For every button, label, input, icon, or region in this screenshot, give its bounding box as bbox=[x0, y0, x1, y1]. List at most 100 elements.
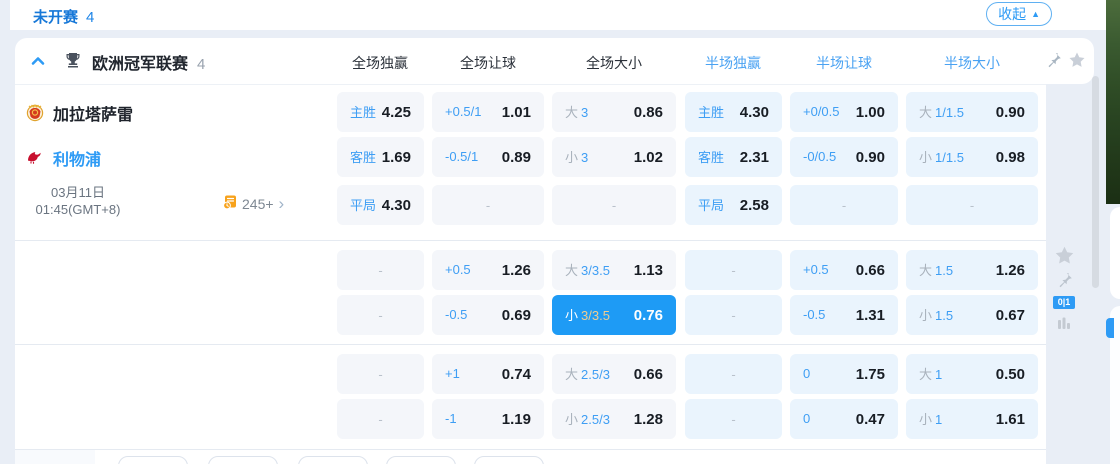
odds-cell-empty[interactable]: - bbox=[337, 295, 424, 335]
away-team-name[interactable]: 利物浦 bbox=[53, 146, 101, 170]
odds-cell[interactable]: 小 1 1.61 bbox=[906, 399, 1038, 439]
odds-cell-empty[interactable]: - bbox=[790, 185, 898, 225]
odds-line: 1 bbox=[935, 367, 943, 382]
odds-cell[interactable]: 0 0.47 bbox=[790, 399, 898, 439]
odds-cell[interactable]: -0.5 0.69 bbox=[432, 295, 544, 335]
odds-cell-empty[interactable]: - bbox=[337, 399, 424, 439]
odds-cell[interactable]: -0.5 1.31 bbox=[790, 295, 898, 335]
odds-cell[interactable]: 客胜 2.31 bbox=[685, 137, 782, 177]
odds-cell-empty[interactable]: - bbox=[685, 295, 782, 335]
favorite-star-icon[interactable] bbox=[1054, 245, 1075, 271]
market-tab-pill[interactable] bbox=[208, 456, 278, 464]
odds-value: 2.58 bbox=[739, 196, 769, 214]
odds-cell[interactable]: 大 3 0.86 bbox=[552, 92, 676, 132]
odds-value: 1.26 bbox=[995, 261, 1025, 279]
odds-dash: - bbox=[731, 366, 736, 382]
odds-value: 0.66 bbox=[633, 365, 663, 383]
odds-cell-empty[interactable]: - bbox=[906, 185, 1038, 225]
odds-cell[interactable]: -0/0.5 0.90 bbox=[790, 137, 898, 177]
odds-line: 2.5/3 bbox=[581, 412, 610, 427]
odds-value: 1.00 bbox=[855, 103, 885, 121]
markets-count: 245+ bbox=[242, 195, 274, 212]
odds-ou-prefix: 小 bbox=[919, 308, 933, 323]
pin-icon[interactable] bbox=[1045, 52, 1062, 74]
odds-ou-prefix: 大 bbox=[565, 263, 579, 278]
odds-market-label: -1 bbox=[445, 411, 457, 426]
trophy-icon bbox=[64, 51, 82, 74]
odds-cell[interactable]: 小 3 1.02 bbox=[552, 137, 676, 177]
odds-cell[interactable]: 客胜 1.69 bbox=[337, 137, 424, 177]
odds-cell[interactable]: 大 2.5/3 0.66 bbox=[552, 354, 676, 394]
chevron-up-icon[interactable] bbox=[30, 53, 46, 74]
column-header: 全场独赢 bbox=[352, 55, 408, 71]
odds-market-label: 客胜 bbox=[350, 150, 377, 165]
odds-label: -0/0.5 bbox=[803, 148, 836, 166]
odds-cell[interactable]: 小 2.5/3 1.28 bbox=[552, 399, 676, 439]
odds-cell[interactable]: 大 1/1.5 0.90 bbox=[906, 92, 1038, 132]
odds-dash: - bbox=[485, 197, 491, 213]
odds-cell-empty[interactable]: - bbox=[552, 185, 676, 225]
odds-cell[interactable]: +0/0.5 1.00 bbox=[790, 92, 898, 132]
odds-label: 主胜 bbox=[350, 102, 376, 122]
odds-label: 客胜 bbox=[698, 147, 724, 167]
odds-value: 1.02 bbox=[633, 148, 663, 166]
odds-cell[interactable]: 小 3/3.5 0.76 bbox=[552, 295, 676, 335]
odds-line: 1.5 bbox=[935, 308, 954, 323]
odds-line: 2.5/3 bbox=[581, 367, 610, 382]
stats-chart-icon[interactable] bbox=[1056, 315, 1072, 336]
odds-cell[interactable]: 小 1.5 0.67 bbox=[906, 295, 1038, 335]
pin-icon[interactable] bbox=[1056, 272, 1073, 294]
odds-value: 1.26 bbox=[501, 261, 531, 279]
status-count: 4 bbox=[86, 9, 95, 26]
odds-cell[interactable]: +0.5/1 1.01 bbox=[432, 92, 544, 132]
odds-cell[interactable]: +1 0.74 bbox=[432, 354, 544, 394]
odds-market-label: -0.5/1 bbox=[445, 149, 479, 164]
odds-cell[interactable]: 主胜 4.30 bbox=[685, 92, 782, 132]
side-widget-tab[interactable] bbox=[1106, 318, 1114, 338]
odds-cell[interactable]: 0 1.75 bbox=[790, 354, 898, 394]
more-markets-link[interactable]: 245+ › bbox=[222, 194, 284, 213]
collapse-button[interactable]: 收起 ▲ bbox=[986, 2, 1052, 26]
column-header: 半场独赢 bbox=[705, 55, 761, 71]
odds-value: 0.98 bbox=[995, 148, 1025, 166]
odds-market-label: -0.5 bbox=[445, 307, 468, 322]
odds-cell[interactable]: -1 1.19 bbox=[432, 399, 544, 439]
odds-label: 平局 bbox=[350, 195, 376, 215]
market-tab-pill[interactable] bbox=[386, 456, 456, 464]
odds-cell-empty[interactable]: - bbox=[685, 399, 782, 439]
odds-cell-empty[interactable]: - bbox=[685, 250, 782, 290]
odds-value: 4.30 bbox=[381, 196, 411, 214]
odds-value: 0.50 bbox=[995, 365, 1025, 383]
odds-value: 4.30 bbox=[739, 103, 769, 121]
odds-cell[interactable]: 大 3/3.5 1.13 bbox=[552, 250, 676, 290]
market-tab-pill[interactable] bbox=[474, 456, 544, 464]
odds-cell[interactable]: 平局 2.58 bbox=[685, 185, 782, 225]
odds-cell[interactable]: 主胜 4.25 bbox=[337, 92, 424, 132]
odds-cell[interactable]: 平局 4.30 bbox=[337, 185, 424, 225]
odds-label: 大 3/3.5 bbox=[565, 260, 610, 280]
odds-cell[interactable]: 大 1.5 1.26 bbox=[906, 250, 1038, 290]
odds-label: 小3 bbox=[565, 147, 588, 167]
odds-value: 1.69 bbox=[381, 148, 411, 166]
corner-score-badge[interactable]: 0|1 bbox=[1053, 296, 1075, 309]
odds-cell-empty[interactable]: - bbox=[432, 185, 544, 225]
market-tab-pill[interactable] bbox=[298, 456, 368, 464]
odds-ou-prefix: 大 bbox=[919, 367, 933, 382]
odds-value: 1.28 bbox=[633, 410, 663, 428]
odds-cell-empty[interactable]: - bbox=[685, 354, 782, 394]
next-row-edge bbox=[15, 450, 95, 464]
league-name[interactable]: 欧洲冠军联赛 4 bbox=[92, 50, 205, 74]
odds-cell-empty[interactable]: - bbox=[337, 354, 424, 394]
home-team-name[interactable]: 加拉塔萨雷 bbox=[53, 101, 133, 125]
odds-ou-prefix: 大 bbox=[919, 263, 933, 278]
star-icon[interactable] bbox=[1068, 51, 1086, 74]
market-tab-pill[interactable] bbox=[118, 456, 188, 464]
odds-cell-empty[interactable]: - bbox=[337, 250, 424, 290]
odds-cell[interactable]: 大 1 0.50 bbox=[906, 354, 1038, 394]
odds-market-label: +0.5/1 bbox=[445, 104, 482, 119]
odds-cell[interactable]: +0.5 1.26 bbox=[432, 250, 544, 290]
odds-cell[interactable]: 小 1/1.5 0.98 bbox=[906, 137, 1038, 177]
scrollbar-thumb[interactable] bbox=[1092, 76, 1099, 288]
odds-cell[interactable]: -0.5/1 0.89 bbox=[432, 137, 544, 177]
odds-cell[interactable]: +0.5 0.66 bbox=[790, 250, 898, 290]
